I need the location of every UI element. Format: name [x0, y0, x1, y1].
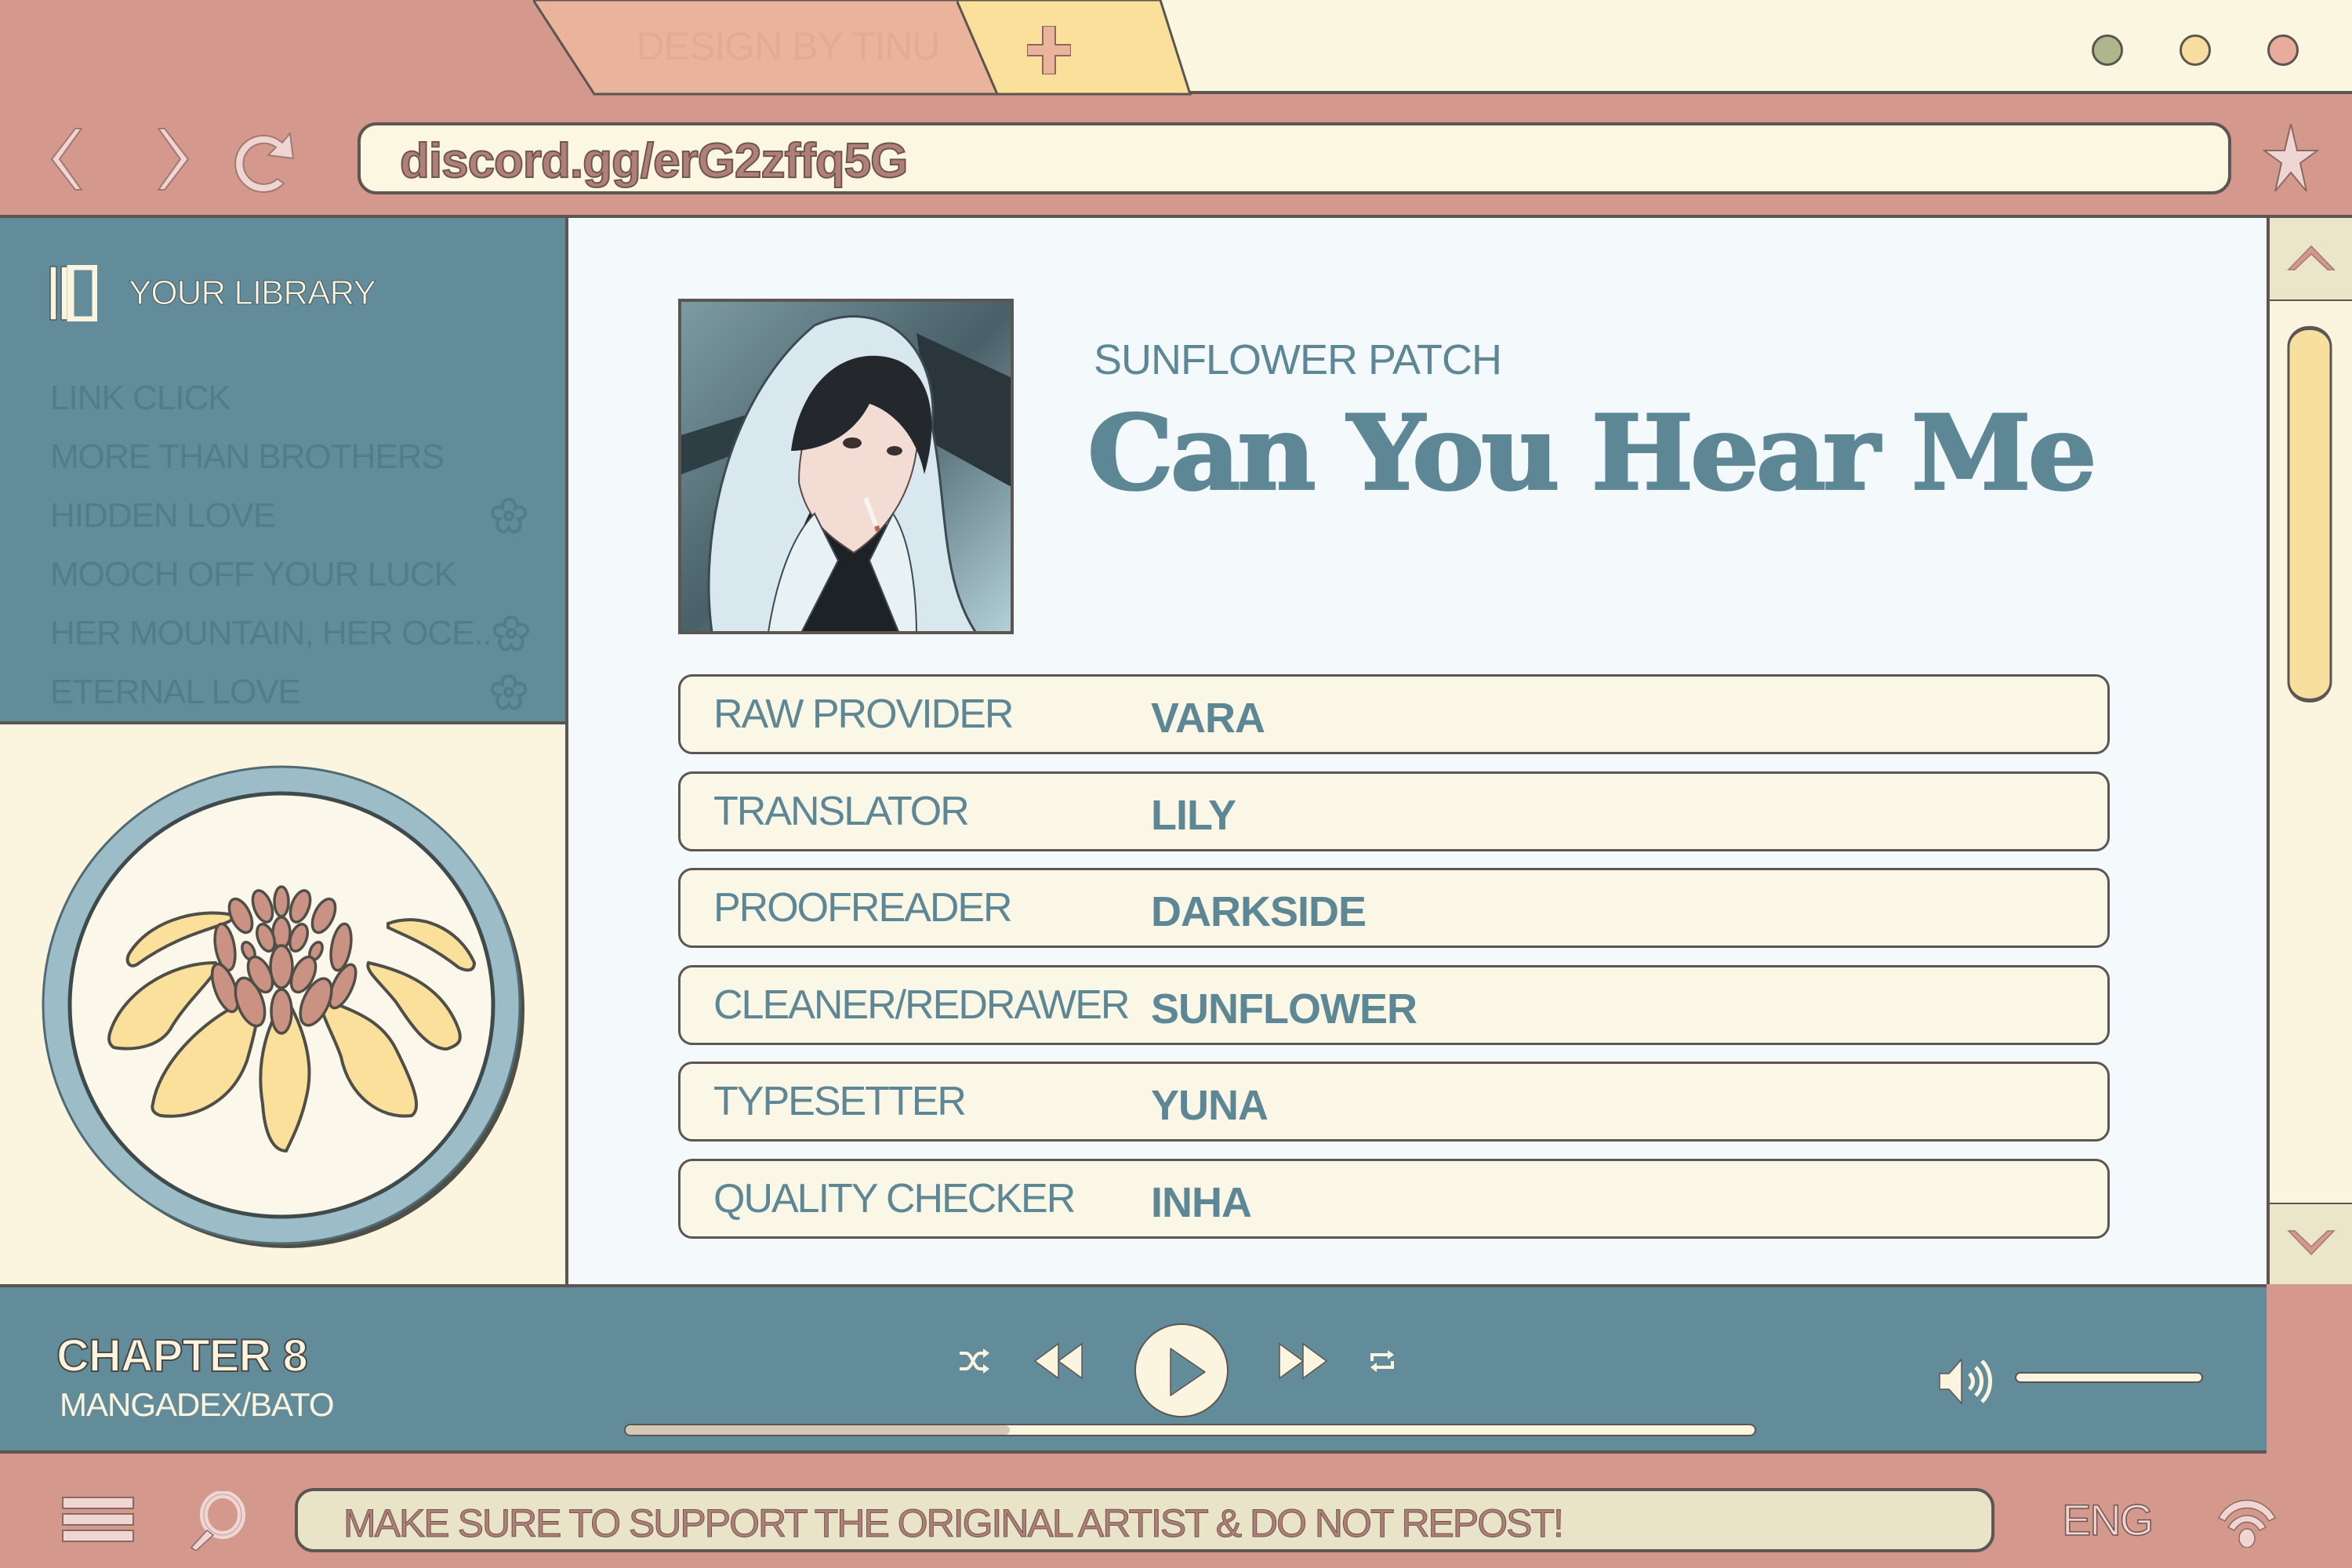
address-bar: discord.gg/erG2zffq5G	[0, 96, 2352, 218]
credits-list: RAW PROVIDER VARA TRANSLATOR LILY PROOFR…	[678, 674, 2110, 1256]
flower-icon	[492, 615, 529, 651]
library-item-label: MOOCH OFF YOUR LUCK	[50, 554, 457, 593]
notice-bar: MAKE SURE TO SUPPORT THE ORIGINAL ARTIST…	[295, 1488, 1994, 1552]
credit-role: QUALITY CHECKER	[713, 1175, 1076, 1221]
credit-row: TRANSLATOR LILY	[678, 771, 2110, 851]
close-button[interactable]	[2267, 34, 2299, 66]
player-bar: CHAPTER 8 MANGADEX/BATO	[0, 1284, 2267, 1454]
credit-name: INHA	[1151, 1178, 1252, 1226]
shuffle-icon[interactable]	[958, 1347, 989, 1375]
group-name: SUNFLOWER PATCH	[1094, 336, 1502, 383]
flower-icon	[490, 497, 528, 533]
volume-icon[interactable]	[1938, 1356, 1998, 1406]
library-item[interactable]: LINK CLICK	[50, 368, 528, 427]
title-bar: DESIGN BY TINU	[0, 0, 2352, 96]
credit-row: TYPESETTER YUNA	[678, 1062, 2110, 1142]
library-item-label: HER MOUNTAIN, HER OCE..	[50, 613, 492, 652]
volume-fill	[2016, 1374, 2201, 1381]
cover-image	[678, 299, 1014, 634]
progress-fill	[626, 1425, 1010, 1435]
credit-role: RAW PROVIDER	[713, 691, 1014, 737]
new-tab-shape	[956, 0, 1192, 96]
scroll-thumb-shape	[2287, 325, 2332, 702]
scroll-thumb[interactable]	[2287, 325, 2332, 703]
url-text: discord.gg/erG2zffq5G	[399, 133, 909, 189]
chevron-down-icon	[2287, 1230, 2336, 1256]
plus-icon[interactable]	[1027, 26, 1071, 74]
credit-row: QUALITY CHECKER INHA	[678, 1158, 2110, 1239]
credit-role: PROOFREADER	[713, 885, 1013, 931]
series-title: Can You Hear Me	[1086, 391, 2097, 515]
chevron-up-icon	[2287, 245, 2336, 270]
credit-row: RAW PROVIDER VARA	[678, 674, 2110, 754]
sunflower-logo	[42, 765, 524, 1248]
library-item-label: HIDDEN LOVE	[50, 495, 276, 535]
credit-role: TYPESETTER	[713, 1079, 967, 1125]
scrollbar[interactable]	[2267, 218, 2352, 1284]
credit-role: CLEANER/REDRAWER	[713, 982, 1130, 1028]
library-item[interactable]: MOOCH OFF YOUR LUCK	[50, 545, 528, 604]
library-panel: YOUR LIBRARY LINK CLICK MORE THAN BROTHE…	[0, 218, 565, 724]
library-item[interactable]: HIDDEN LOVE	[50, 486, 528, 545]
reload-icon[interactable]	[227, 124, 306, 199]
cover-illustration	[681, 302, 1011, 631]
new-tab-button[interactable]	[956, 0, 1192, 96]
credit-name: YUNA	[1151, 1082, 1269, 1130]
language-indicator[interactable]: ENG	[2061, 1494, 2154, 1545]
progress-bar[interactable]	[624, 1424, 1756, 1436]
library-item[interactable]: ETERNAL LOVE	[50, 662, 528, 721]
star-icon[interactable]	[2263, 124, 2319, 191]
library-item-label: MORE THAN BROTHERS	[50, 437, 445, 476]
fast-forward-icon[interactable]	[1278, 1342, 1328, 1380]
credit-name: VARA	[1151, 695, 1265, 742]
search-icon[interactable]	[188, 1491, 246, 1551]
library-item[interactable]: MORE THAN BROTHERS	[50, 427, 528, 486]
play-button[interactable]	[1134, 1323, 1229, 1417]
library-title: YOUR LIBRARY	[129, 274, 377, 313]
library-icon	[49, 265, 97, 321]
url-input[interactable]: discord.gg/erG2zffq5G	[358, 122, 2231, 194]
rewind-icon[interactable]	[1033, 1342, 1083, 1380]
flower-icon	[490, 673, 528, 710]
library-item[interactable]: HER MOUNTAIN, HER OCE..	[50, 604, 529, 662]
credit-row: CLEANER/REDRAWER SUNFLOWER	[678, 964, 2110, 1045]
chapter-title: CHAPTER 8	[56, 1330, 309, 1382]
play-icon	[1170, 1348, 1206, 1396]
chevron-right-icon[interactable]	[135, 124, 205, 194]
volume-slider[interactable]	[2015, 1372, 2203, 1383]
chevron-left-icon[interactable]	[36, 124, 107, 194]
credit-name: SUNFLOWER	[1151, 985, 1417, 1033]
chapter-source: MANGADEX/BATO	[60, 1386, 335, 1423]
credit-name: DARKSIDE	[1151, 888, 1367, 936]
credit-row: PROOFREADER DARKSIDE	[678, 868, 2110, 949]
wifi-icon[interactable]	[2216, 1494, 2278, 1548]
library-item-label: ETERNAL LOVE	[50, 672, 301, 711]
minimize-button[interactable]	[2092, 34, 2123, 66]
window-controls	[2092, 34, 2299, 66]
scroll-down-button[interactable]	[2270, 1203, 2352, 1284]
credit-name: LILY	[1151, 791, 1236, 839]
credit-role: TRANSLATOR	[713, 788, 970, 834]
sidebar: YOUR LIBRARY LINK CLICK MORE THAN BROTHE…	[0, 218, 568, 1284]
scroll-up-button[interactable]	[2270, 218, 2352, 301]
library-header[interactable]: YOUR LIBRARY	[49, 265, 376, 321]
main-content: SUNFLOWER PATCH Can You Hear Me RAW PROV…	[568, 218, 2267, 1284]
library-item-label: LINK CLICK	[50, 378, 231, 417]
notice-text: MAKE SURE TO SUPPORT THE ORIGINAL ARTIST…	[343, 1501, 1565, 1546]
library-list: LINK CLICK MORE THAN BROTHERS HIDDEN LOV…	[50, 368, 529, 721]
repeat-icon[interactable]	[1369, 1347, 1396, 1375]
menu-icon[interactable]	[61, 1496, 135, 1543]
maximize-button[interactable]	[2180, 34, 2211, 66]
status-bar: MAKE SURE TO SUPPORT THE ORIGINAL ARTIST…	[0, 1454, 2352, 1568]
tab-label: DESIGN BY TINU	[636, 24, 940, 68]
